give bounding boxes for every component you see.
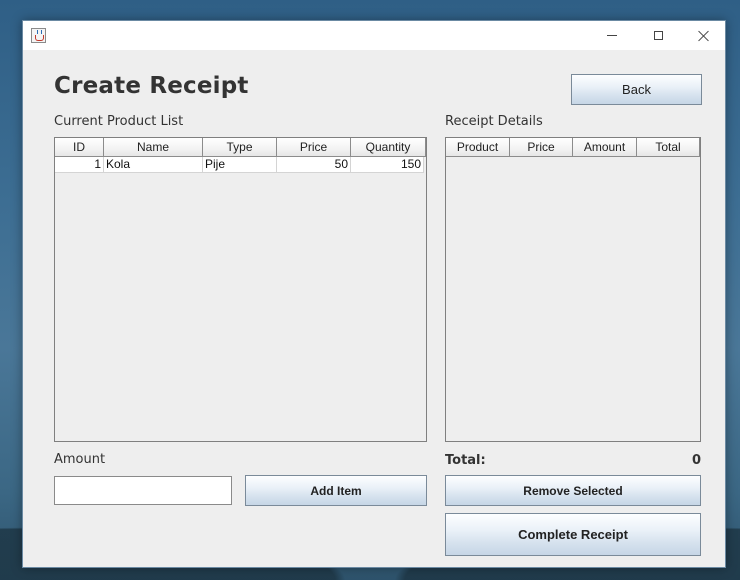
column-header-total[interactable]: Total xyxy=(637,138,700,157)
cell-quantity: 150 xyxy=(351,157,424,173)
maximize-icon xyxy=(653,31,663,40)
add-item-button[interactable]: Add Item xyxy=(245,475,427,506)
cell-name: Kola xyxy=(104,157,203,173)
total-value: 0 xyxy=(691,453,701,468)
minimize-icon xyxy=(607,35,617,36)
total-label: Total: xyxy=(445,453,486,468)
amount-label: Amount xyxy=(54,452,106,467)
java-app-icon xyxy=(31,28,46,43)
cell-id: 1 xyxy=(55,157,104,173)
table-row[interactable]: 1 Kola Pije 50 150 xyxy=(55,157,424,173)
minimize-button[interactable] xyxy=(589,21,635,50)
product-list-label: Current Product List xyxy=(54,114,184,129)
column-header-price[interactable]: Price xyxy=(277,138,351,157)
close-button[interactable] xyxy=(681,21,727,50)
receipt-table-header: Product Price Amount Total xyxy=(446,138,700,157)
maximize-button[interactable] xyxy=(635,21,681,50)
cell-price: 50 xyxy=(277,157,351,173)
column-header-price[interactable]: Price xyxy=(510,138,573,157)
back-button[interactable]: Back xyxy=(571,74,702,105)
column-header-product[interactable]: Product xyxy=(446,138,510,157)
receipt-details-label: Receipt Details xyxy=(445,114,543,129)
complete-receipt-button[interactable]: Complete Receipt xyxy=(445,513,701,556)
receipt-table[interactable]: Product Price Amount Total xyxy=(445,137,701,442)
remove-selected-button[interactable]: Remove Selected xyxy=(445,475,701,506)
close-icon xyxy=(698,30,710,42)
column-header-amount[interactable]: Amount xyxy=(573,138,637,157)
title-bar[interactable] xyxy=(23,21,725,50)
product-table-header: ID Name Type Price Quantity xyxy=(55,138,426,157)
product-table[interactable]: ID Name Type Price Quantity 1 Kola Pije … xyxy=(54,137,427,442)
receipt-window: Create Receipt Back Current Product List… xyxy=(22,20,726,568)
column-header-name[interactable]: Name xyxy=(104,138,203,157)
amount-input[interactable] xyxy=(54,476,232,505)
column-header-type[interactable]: Type xyxy=(203,138,277,157)
cell-type: Pije xyxy=(203,157,277,173)
page-title: Create Receipt xyxy=(54,73,249,99)
column-header-quantity[interactable]: Quantity xyxy=(351,138,426,157)
column-header-id[interactable]: ID xyxy=(55,138,104,157)
